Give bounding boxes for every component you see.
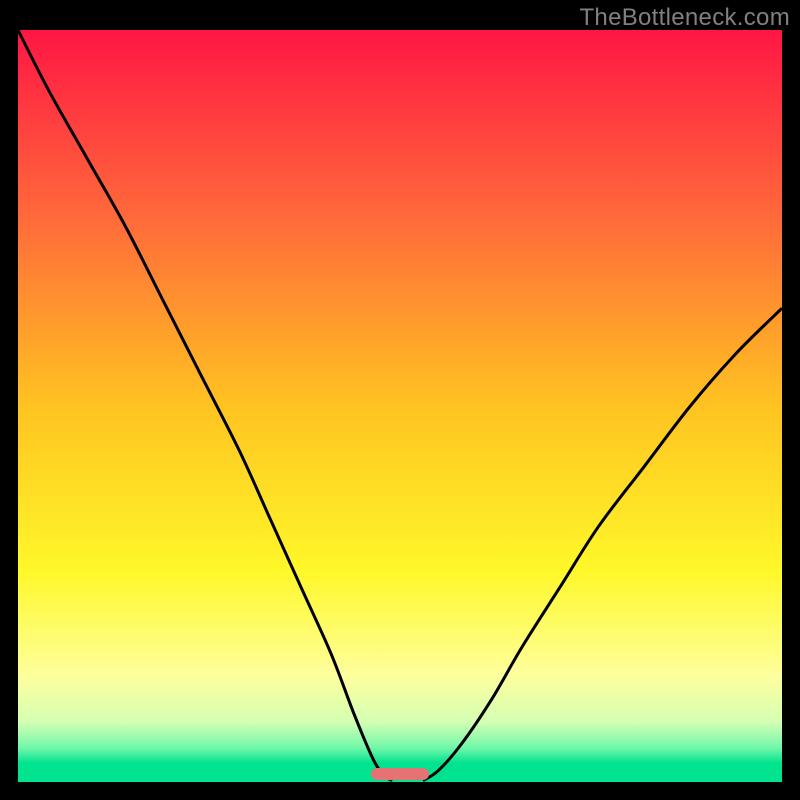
curve-layer xyxy=(18,30,782,782)
plot-area xyxy=(18,30,782,782)
chart-frame: TheBottleneck.com xyxy=(0,0,800,800)
watermark-text: TheBottleneck.com xyxy=(579,4,790,32)
right-curve-path xyxy=(423,308,782,780)
left-curve-path xyxy=(18,30,392,780)
bottleneck-marker xyxy=(371,768,428,780)
